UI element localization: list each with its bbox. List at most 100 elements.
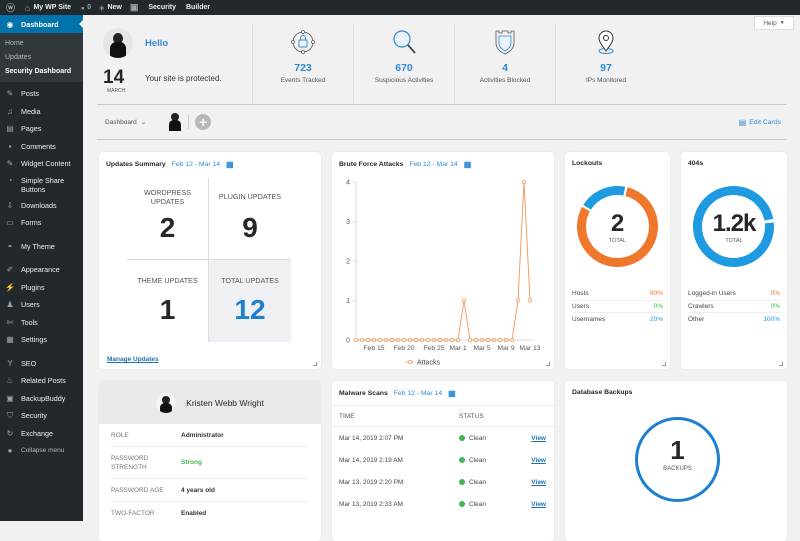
backups-ring: 1 BACKUPS [635, 417, 720, 502]
dashboard-submenu: Home Updates Security Dashboard [0, 33, 83, 82]
submenu-updates[interactable]: Updates [0, 50, 83, 64]
data-point [366, 338, 370, 342]
dashboard-select[interactable]: Dashboard ⌄ [105, 118, 146, 127]
lockouts-total: 2 [610, 210, 625, 237]
sidebar-item-simple-share-buttons[interactable]: ◔ Simple Share Buttons [0, 173, 83, 197]
site-name-link[interactable]: ⌂ My WP Site [25, 3, 71, 13]
forms-icon: ▭ [6, 218, 14, 228]
sidebar-item-my-theme[interactable]: ◓ My Theme [0, 238, 83, 256]
data-point [414, 338, 418, 342]
date-month: MARCH [107, 88, 126, 94]
sidebar-item-related-posts[interactable]: ♨ Related Posts [0, 372, 83, 390]
card-title: Updates Summary [106, 161, 166, 168]
cards-icon: ▤ [738, 117, 747, 127]
date-range[interactable]: Feb 12 - Mar 14 [172, 161, 220, 168]
x-tick-label: Mar 1 [449, 345, 467, 352]
sidebar-item-seo[interactable]: Y SEO [0, 355, 83, 373]
dashboard-icon: ◉ [6, 19, 14, 29]
sidebar-item-appearance[interactable]: ✐ Appearance [0, 261, 83, 279]
calendar-icon[interactable]: ▦ [464, 160, 472, 169]
view-scan-link[interactable]: View [531, 457, 546, 464]
user-avatar [103, 28, 133, 58]
resize-handle[interactable] [313, 362, 317, 366]
submenu-security-dashboard[interactable]: Security Dashboard [0, 64, 83, 78]
comments-link[interactable]: ▪ 0 [81, 3, 91, 13]
view-scan-link[interactable]: View [531, 435, 546, 442]
edit-cards-button[interactable]: ▤ Edit Cards [739, 118, 781, 127]
yoast-link[interactable]: ▣ [130, 2, 139, 13]
data-point [528, 298, 532, 303]
resize-handle[interactable] [779, 362, 783, 366]
legend-row: Crawlers 0% [688, 301, 780, 313]
sidebar-item-settings[interactable]: ▦ Settings [0, 331, 83, 349]
database-backups-card: Database Backups 1 BACKUPS [565, 381, 787, 541]
divider [188, 115, 190, 129]
collapse-menu-button[interactable]: ● Collapse menu [0, 442, 83, 460]
brute-force-card: 0 1 2 3 4 Feb 15 Feb 20 Feb 25 Mar 1 Mar 5 Mar 9 Ma… [332, 152, 554, 369]
legend-marker-icon [408, 360, 412, 364]
resize-handle[interactable] [662, 362, 666, 366]
total-updates-cell: TOTAL UPDATES 12 [209, 260, 291, 342]
y-tick-label: 1 [346, 298, 350, 305]
comment-icon: ▪ [81, 2, 85, 13]
y-tick-label: 4 [346, 180, 350, 187]
data-point [510, 338, 514, 342]
new-content-link[interactable]: + New [99, 3, 122, 13]
data-point [432, 338, 436, 342]
sidebar-item-security[interactable]: ⛉ Security [0, 407, 83, 425]
data-point [360, 338, 364, 342]
wordpress-updates-cell: WORDPRESS UPDATES 2 [127, 178, 209, 260]
data-point [486, 338, 490, 342]
status-dot-icon [459, 457, 465, 463]
date-range[interactable]: Feb 12 - Mar 14 [394, 390, 442, 397]
data-point [354, 338, 358, 342]
sidebar-item-backupbuddy[interactable]: ▣ BackupBuddy [0, 390, 83, 408]
lockouts-card: Lockouts 2 TOTAL Hosts 80% Users 0% Usernames… [565, 152, 670, 369]
sidebar-item-tools[interactable]: ✄ Tools [0, 314, 83, 332]
sidebar-item-widget-content[interactable]: ✎ Widget Content [0, 155, 83, 173]
profile-row-role: ROLE Administrator [111, 424, 309, 447]
download-icon: ⇩ [6, 200, 14, 210]
view-scan-link[interactable]: View [531, 479, 546, 486]
sidebar-item-downloads[interactable]: ⇩ Downloads [0, 197, 83, 215]
data-point [420, 338, 424, 342]
add-dashboard-button[interactable]: + [195, 114, 212, 130]
submenu-home[interactable]: Home [0, 36, 83, 50]
legend-row: Hosts 80% [572, 288, 663, 301]
data-point [402, 338, 406, 342]
x-tick-label: Mar 9 [497, 345, 515, 352]
calendar-icon[interactable]: ▦ [448, 389, 456, 398]
date-range[interactable]: Feb 12 - Mar 14 [409, 161, 457, 168]
sidebar-item-comments[interactable]: ▪ Comments [0, 138, 83, 156]
security-link[interactable]: Security [148, 4, 176, 11]
manage-updates-link[interactable]: Manage Updates [107, 356, 159, 363]
sidebar-item-users[interactable]: ♟ Users [0, 296, 83, 314]
table-row: Mar 13, 2019 2:33 AM Clean View [339, 500, 546, 508]
share-icon: ◔ [7, 175, 13, 185]
sidebar-item-posts[interactable]: ✎ Posts [0, 85, 83, 103]
builder-link[interactable]: Builder [186, 4, 210, 11]
profile-row-password-strength: PASSWORD STRENGTH Strong [111, 447, 309, 479]
legend-row: Usernames 20% [572, 315, 663, 323]
sidebar-item-forms[interactable]: ▭ Forms [0, 214, 83, 232]
sidebar-item-plugins[interactable]: ⚡ Plugins [0, 279, 83, 297]
updates-summary-card: Updates Summary Feb 12 - Mar 14 ▦ WORDPRES… [99, 152, 321, 369]
sidebar-item-pages[interactable]: ▤ Pages [0, 120, 83, 138]
exchange-icon: ↻ [6, 428, 14, 438]
calendar-icon[interactable]: ▦ [226, 160, 234, 169]
data-point [492, 338, 496, 342]
view-scan-link[interactable]: View [531, 501, 546, 508]
sidebar-item-exchange[interactable]: ↻ Exchange [0, 425, 83, 443]
data-point [426, 338, 430, 342]
sidebar-item-media[interactable]: ♫ Media [0, 103, 83, 121]
shield-icon: ⛉ [7, 410, 13, 420]
wordpress-logo-button[interactable]: ⓦ [6, 1, 15, 14]
resize-handle[interactable] [546, 362, 550, 366]
sidebar-item-dashboard[interactable]: ◉ Dashboard [0, 15, 83, 33]
status-dot-icon [459, 435, 465, 441]
user-avatar[interactable] [168, 113, 182, 131]
legend-row: Other 100% [688, 315, 780, 323]
table-header: TIME STATUS [332, 405, 554, 427]
legend-row: Users 0% [572, 301, 663, 313]
user-profile-card: Kristen Webb Wright ROLE Administrator PA… [99, 381, 321, 541]
